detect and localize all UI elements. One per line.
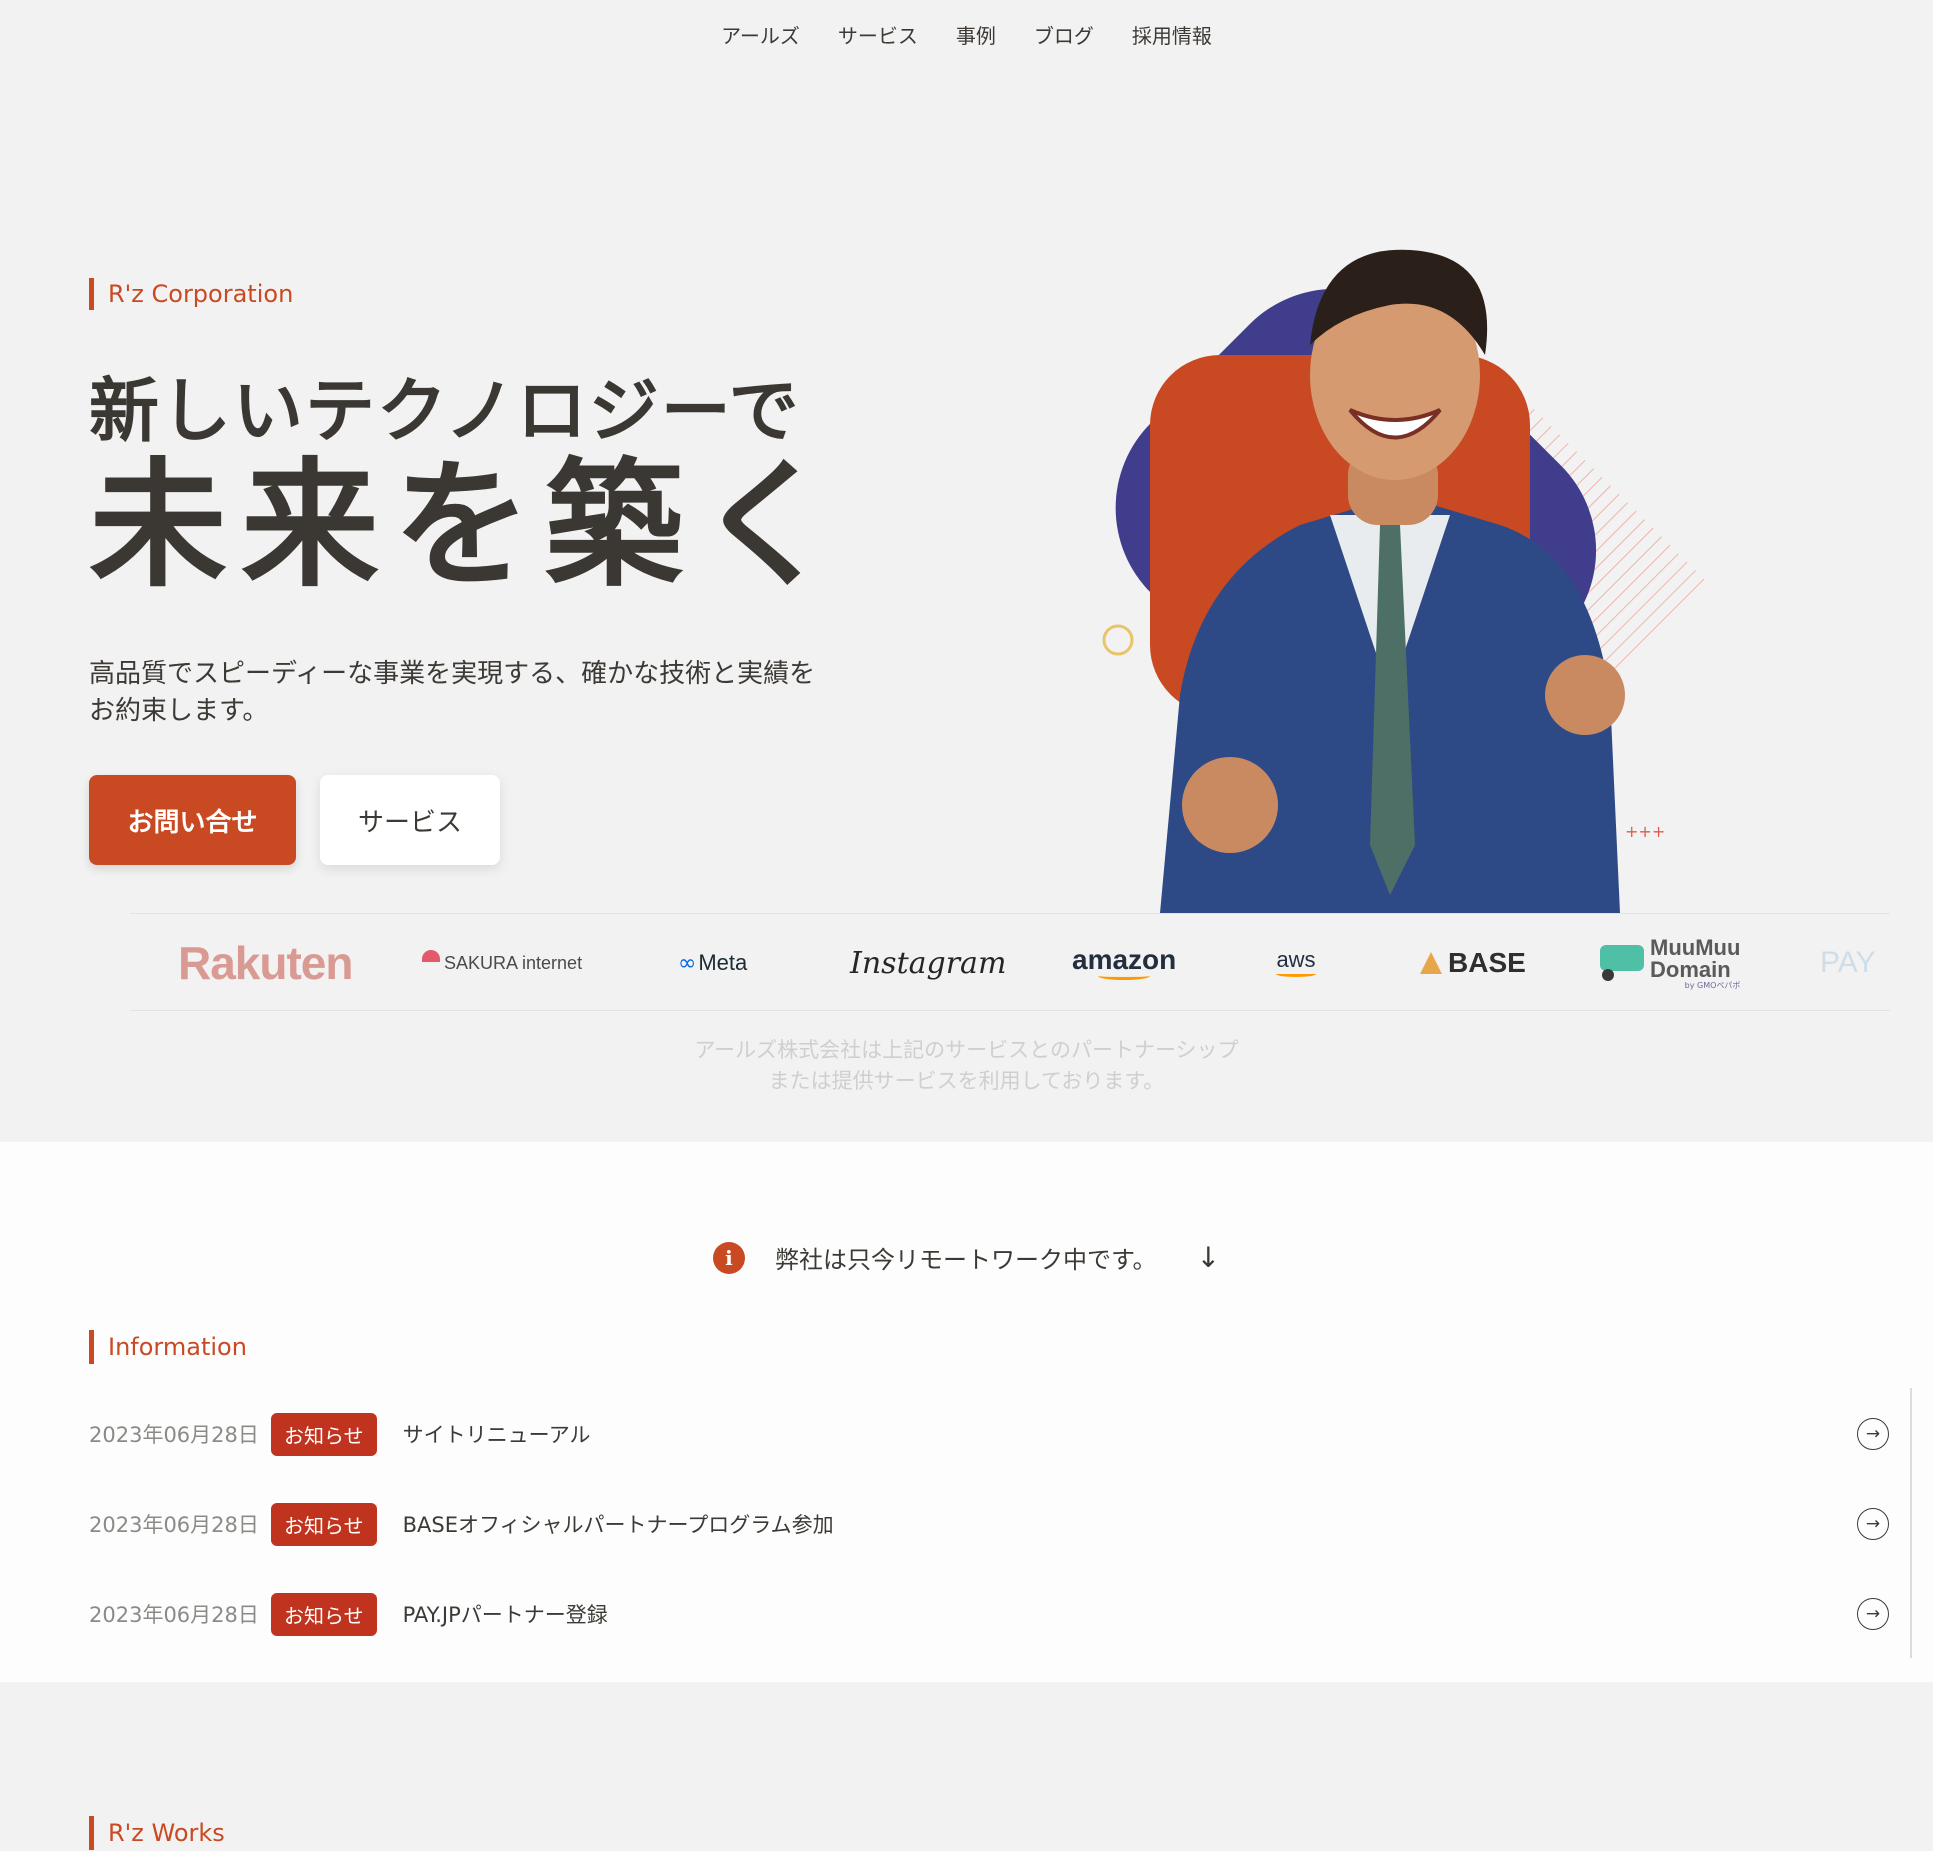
news-row[interactable]: 2023年06月28日 お知らせ PAY.JPパートナー登録 → — [89, 1584, 1889, 1644]
amazon-logo: amazon — [1072, 914, 1176, 1012]
hero-headline-line1: 新しいテクノロジーで — [89, 369, 801, 452]
plus-decoration: +++ — [1625, 822, 1665, 841]
arrow-right-circle-icon[interactable]: → — [1857, 1508, 1889, 1540]
instagram-logo: Instagram — [850, 945, 1007, 981]
contact-button[interactable]: お問い合せ — [89, 775, 296, 865]
partner-note: アールズ株式会社は上記のサービスとのパートナーシップ または提供サービスを利用し… — [0, 1035, 1933, 1097]
partner-note-line1: アールズ株式会社は上記のサービスとのパートナーシップ — [694, 1038, 1239, 1062]
nav-item-recruit[interactable]: 採用情報 — [1132, 14, 1212, 55]
information-heading: Information — [89, 1330, 247, 1364]
news-category-badge: お知らせ — [271, 1592, 377, 1636]
partner-logo-strip: Rakuten SAKURA internet ∞ Meta Instagram… — [130, 913, 1890, 1011]
arrow-right-circle-icon[interactable]: → — [1857, 1418, 1889, 1450]
arrow-right-circle-icon[interactable]: → — [1857, 1598, 1889, 1630]
arrow-down-icon[interactable]: ↓ — [1197, 1241, 1220, 1274]
nav-item-arz[interactable]: アールズ — [721, 14, 800, 55]
hero-eyebrow: R'z Corporation — [89, 278, 293, 310]
partner-note-line2: または提供サービスを利用しております。 — [768, 1069, 1165, 1093]
news-category-badge: お知らせ — [271, 1412, 377, 1456]
pay-jp-logo: PAY — [1820, 946, 1876, 979]
nav-item-blog[interactable]: ブログ — [1034, 14, 1094, 55]
news-row[interactable]: 2023年06月28日 お知らせ サイトリニューアル → — [89, 1404, 1889, 1464]
news-title: BASEオフィシャルパートナープログラム参加 — [402, 1513, 834, 1537]
news-title: サイトリニューアル — [402, 1423, 591, 1447]
rakuten-logo: Rakuten — [178, 937, 353, 989]
sakura-internet-logo: SAKURA internet — [422, 914, 582, 1012]
scroll-indicator — [1910, 1388, 1912, 1658]
news-date: 2023年06月28日 — [89, 1513, 259, 1537]
hero-illustration: +++ — [1102, 249, 1710, 913]
notice-text: 弊社は只今リモートワーク中です。 — [774, 1246, 1157, 1274]
works-heading: R'z Works — [89, 1816, 225, 1850]
base-logo: BASE — [1420, 914, 1526, 1012]
top-nav: アールズ サービス 事例 ブログ 採用情報 — [0, 14, 1933, 55]
news-row[interactable]: 2023年06月28日 お知らせ BASEオフィシャルパートナープログラム参加 … — [89, 1494, 1889, 1554]
nav-item-cases[interactable]: 事例 — [956, 14, 996, 55]
ring-decoration — [1102, 624, 1134, 656]
news-date: 2023年06月28日 — [89, 1423, 259, 1447]
services-button[interactable]: サービス — [320, 775, 500, 865]
news-title: PAY.JPパートナー登録 — [402, 1603, 608, 1627]
muumuu-domain-logo: MuuMuu Domain by GMOペパボ — [1600, 914, 1740, 1012]
aws-logo: aws — [1276, 914, 1316, 1012]
meta-logo: ∞ Meta — [678, 950, 748, 976]
nav-item-services[interactable]: サービス — [838, 14, 918, 55]
hero-lead-text: 高品質でスピーディーな事業を実現する、確かな技術と実績をお約束します。 — [89, 659, 816, 726]
info-icon: i — [712, 1241, 745, 1274]
hero-headline-line2: 未来を築く — [89, 443, 850, 606]
remote-work-notice: i 弊社は只今リモートワーク中です。 ↓ — [0, 1240, 1933, 1275]
news-category-badge: お知らせ — [271, 1502, 377, 1546]
news-date: 2023年06月28日 — [89, 1603, 259, 1627]
